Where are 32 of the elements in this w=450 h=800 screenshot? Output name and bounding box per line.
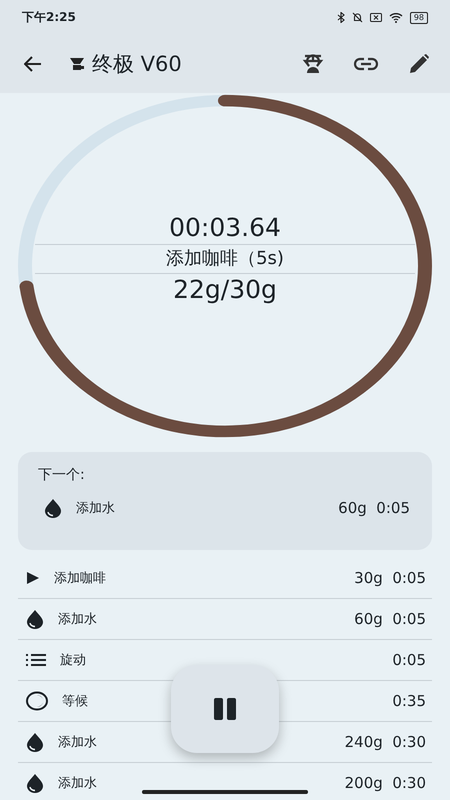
step-amount-time: 0:05 [392, 651, 426, 669]
link-icon[interactable] [354, 57, 378, 71]
wifi-icon [388, 12, 403, 23]
next-label: 下一个: [38, 466, 86, 484]
step-amount-time: 0:35 [392, 692, 426, 710]
step-name: 添加水 [76, 500, 115, 517]
step-name: 添加水 [58, 734, 97, 751]
bell-muted-icon [352, 12, 363, 23]
pause-icon [213, 697, 237, 721]
status-time: 下午2:25 [22, 9, 76, 26]
step-amount-time: 60g 0:05 [354, 610, 426, 628]
step-amount-time: 240g 0:30 [344, 733, 426, 751]
back-icon[interactable] [24, 56, 42, 72]
step-amount-time: 30g 0:05 [354, 569, 426, 587]
step-name: 旋动 [60, 652, 86, 669]
elapsed-time: 00:03.64 [169, 212, 281, 244]
bluetooth-icon [336, 12, 345, 23]
step-name: 添加水 [58, 611, 97, 628]
step-name: 添加咖啡 [54, 570, 106, 587]
scale-icon[interactable] [302, 53, 324, 75]
step-name: 添加水 [58, 775, 97, 792]
recipe-title: 终极 V60 [92, 51, 182, 78]
pause-button[interactable] [171, 665, 279, 753]
coffee-dripper-icon [68, 55, 86, 73]
water-drop-icon [44, 498, 62, 518]
current-step: 添加咖啡（5s) [35, 244, 415, 274]
step-amount-time: 200g 0:30 [344, 774, 426, 792]
step-amount-time: 60g 0:05 [338, 499, 410, 517]
edit-icon[interactable] [408, 53, 430, 75]
sim-icon [370, 13, 382, 22]
step-name: 等候 [62, 693, 88, 710]
battery-indicator: 98 [410, 12, 428, 24]
